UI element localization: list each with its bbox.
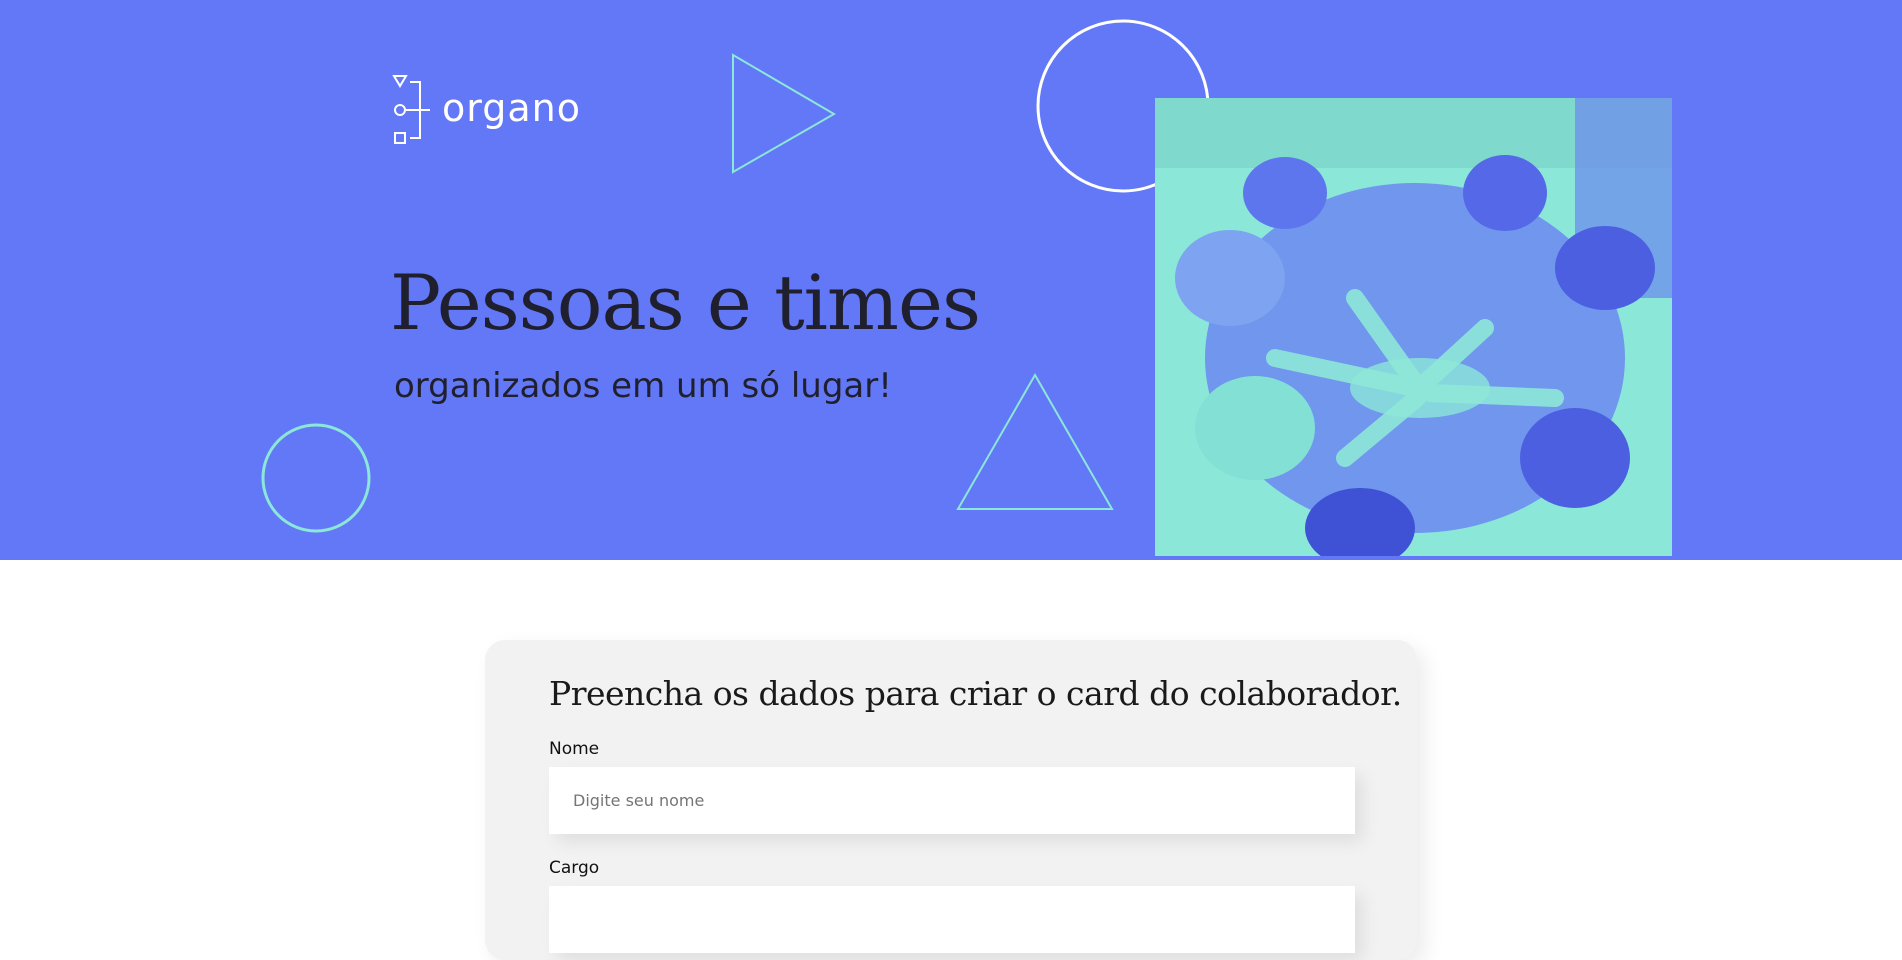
- hero-subtitle: organizados em um só lugar!: [394, 366, 892, 406]
- logo-icon: [392, 75, 430, 144]
- team-photo: [1155, 98, 1672, 556]
- triangle-outline-bottom: [956, 372, 1114, 510]
- circle-outline-bottom: [261, 423, 371, 533]
- name-input[interactable]: [549, 767, 1355, 834]
- hero-banner: organo Pessoas e times organizados em um…: [0, 0, 1902, 560]
- name-label: Nome: [549, 739, 600, 759]
- triangle-outline-top: [732, 53, 836, 174]
- logo[interactable]: organo: [392, 74, 581, 146]
- form-title: Preencha os dados para criar o card do c…: [549, 674, 1402, 713]
- collaborator-form: Preencha os dados para criar o card do c…: [485, 640, 1417, 960]
- logo-text: organo: [442, 86, 581, 130]
- hero-title: Pessoas e times: [390, 258, 981, 347]
- role-label: Cargo: [549, 858, 600, 878]
- role-input[interactable]: [549, 886, 1355, 953]
